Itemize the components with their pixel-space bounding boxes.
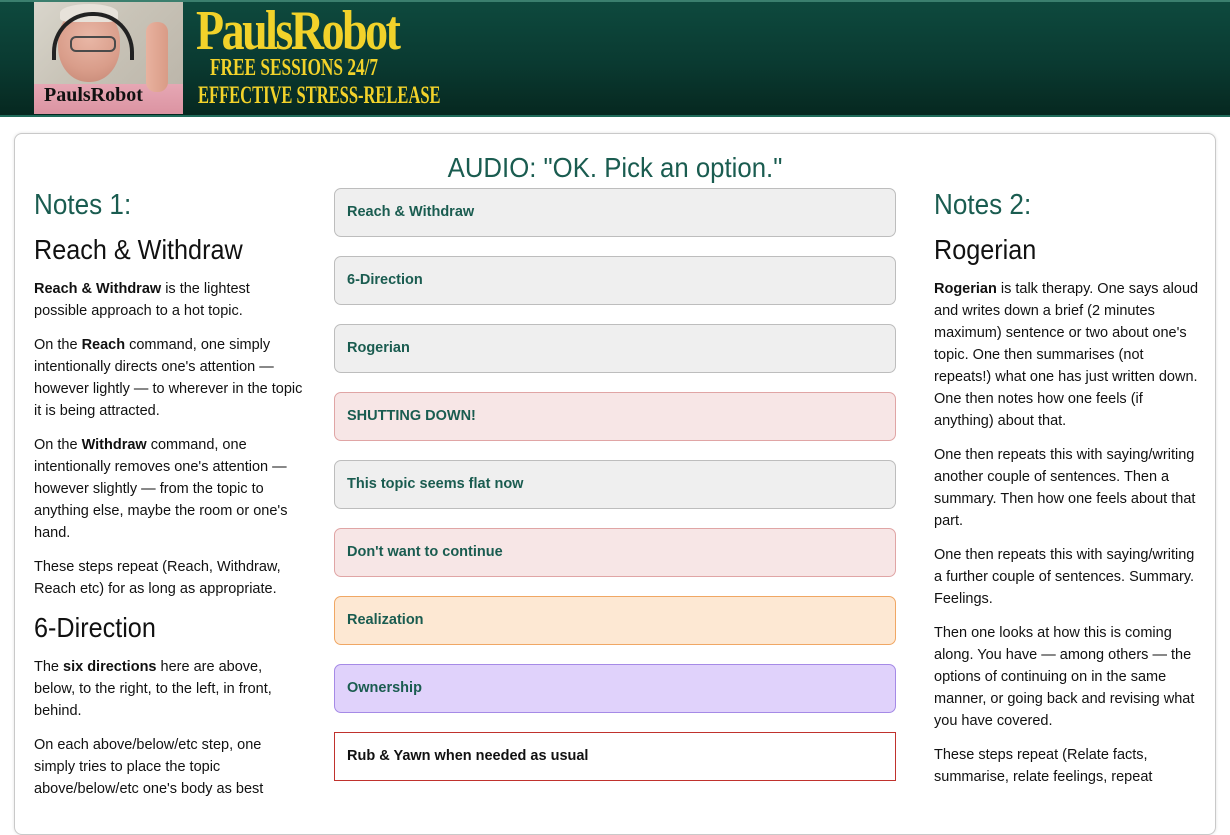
withdraw-command-paragraph: On the Withdraw command, one intentional… <box>34 434 304 544</box>
option-realization-button[interactable]: Realization <box>334 596 896 645</box>
reach-command-paragraph: On the Reach command, one simply intenti… <box>34 334 304 422</box>
text-span: The <box>34 659 64 675</box>
audio-prompt-title: AUDIO: "OK. Pick an option." <box>447 152 783 183</box>
bold-term: Rogerian <box>934 281 997 297</box>
reach-withdraw-intro: Reach & Withdraw is the lightest possibl… <box>34 278 304 322</box>
bold-term: Reach <box>81 337 126 353</box>
reach-withdraw-heading: Reach & Withdraw <box>34 234 243 265</box>
brand-tagline-1: FREE SESSIONS 24/7 <box>210 55 379 81</box>
banner-topline <box>0 0 1230 2</box>
photo-name: PaulsRobot <box>44 84 143 106</box>
rogerian-steps-paragraph: These steps repeat (Relate facts, summar… <box>934 747 1153 785</box>
rub-yawn-reminder: Rub & Yawn when needed as usual <box>334 732 896 781</box>
option-rogerian-button[interactable]: Rogerian <box>334 324 896 373</box>
rogerian-repeat-paragraph: One then repeats this with saying/writin… <box>934 447 1196 529</box>
bold-term: Reach & Withdraw <box>34 281 162 297</box>
brand-tagline-2: EFFECTIVE STRESS-RELEASE <box>198 82 441 109</box>
bold-term: six directions <box>63 659 157 675</box>
option-ownership-button[interactable]: Ownership <box>334 664 896 713</box>
rogerian-further-paragraph: One then repeats this with saying/writin… <box>934 547 1195 607</box>
six-direction-heading: 6-Direction <box>34 612 156 643</box>
bold-term: Withdraw <box>81 437 147 453</box>
notes-2-heading: Notes 2: <box>934 189 1032 221</box>
option-6-direction-button[interactable]: 6-Direction <box>334 256 896 305</box>
direction-step-paragraph: On each above/below/etc step, one simply… <box>34 737 264 797</box>
option-dont-continue-button[interactable]: Don't want to continue <box>334 528 896 577</box>
repeat-steps-paragraph: These steps repeat (Reach, Withdraw, Rea… <box>34 559 281 597</box>
text-span: On the <box>34 337 82 353</box>
option-topic-flat-button[interactable]: This topic seems flat now <box>334 460 896 509</box>
option-list: Reach & Withdraw 6-Direction Rogerian SH… <box>334 188 896 800</box>
rogerian-intro: Rogerian is talk therapy. One says aloud… <box>934 278 1204 432</box>
text-span: On the <box>34 437 82 453</box>
brand-title: PaulsRobot <box>196 0 401 62</box>
raised-finger <box>146 22 168 92</box>
header-banner: PaulsRobot PaulsRobot FREE SESSIONS 24/7… <box>0 0 1230 117</box>
notes-1-heading: Notes 1: <box>34 189 132 221</box>
rogerian-review-paragraph: Then one looks at how this is coming alo… <box>934 625 1195 729</box>
notes-1-column: Notes 1: Reach & Withdraw Reach & Withdr… <box>34 188 304 812</box>
option-reach-withdraw-button[interactable]: Reach & Withdraw <box>334 188 896 237</box>
text-span: is talk therapy. One says aloud and writ… <box>934 281 1199 429</box>
six-directions-paragraph: The six directions here are above, below… <box>34 656 304 722</box>
notes-2-column: Notes 2: Rogerian Rogerian is talk thera… <box>934 188 1204 800</box>
presenter-photo: PaulsRobot <box>34 2 183 114</box>
option-shutting-down-button[interactable]: SHUTTING DOWN! <box>334 392 896 441</box>
glasses-icon <box>70 36 116 52</box>
rogerian-heading: Rogerian <box>934 234 1037 265</box>
